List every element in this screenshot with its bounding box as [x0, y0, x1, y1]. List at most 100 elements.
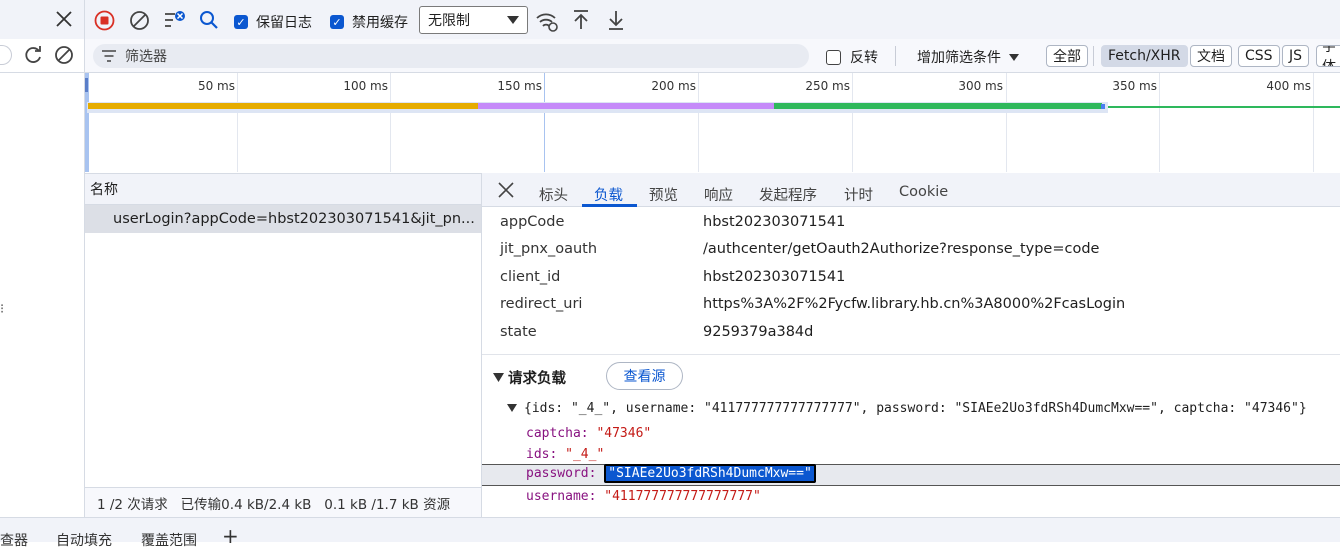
disable-cache-label: 禁用缓存 — [352, 15, 408, 31]
timeline-tick: 50 ms — [197, 79, 235, 93]
filter-icon — [101, 49, 117, 63]
param-key: appCode — [500, 214, 565, 230]
chip-label: CSS — [1245, 48, 1273, 64]
param-value: /authcenter/getOauth2Authorize?response_… — [703, 241, 1100, 257]
payload-key: ids — [526, 447, 550, 462]
checkbox-checked-icon[interactable]: ✓ — [330, 15, 344, 29]
timeline-bar-download — [774, 103, 1102, 109]
filter-chip-doc[interactable]: 文档 — [1190, 45, 1232, 67]
preserve-log-checkbox[interactable]: ✓ 保留日志 — [234, 12, 312, 32]
request-row[interactable]: userLogin?appCode=hbst202303071541&jit_p… — [85, 205, 481, 233]
view-source-button[interactable]: 查看源 — [606, 362, 683, 390]
filter-chip-js[interactable]: JS — [1282, 45, 1310, 67]
clear-icon[interactable] — [129, 10, 150, 31]
filter-chip-fetch-xhr[interactable]: Fetch/XHR — [1101, 45, 1188, 67]
drawer-tab-autofill[interactable]: 自动填充 — [56, 530, 112, 550]
timeline-tick: 200 ms — [651, 79, 696, 93]
left-panel-toolbar — [0, 0, 84, 40]
timeline-tick: 300 ms — [958, 79, 1003, 93]
record-stop-icon[interactable] — [94, 10, 115, 31]
throttling-value: 无限制 — [428, 13, 470, 29]
tab-payload[interactable]: 负载 — [594, 184, 623, 205]
param-value: hbst202303071541 — [703, 269, 846, 285]
close-detail-icon[interactable] — [497, 181, 515, 203]
param-key: jit_pnx_oauth — [500, 241, 598, 257]
filter-chip-css[interactable]: CSS — [1238, 45, 1280, 67]
timeline-tick: 100 ms — [343, 79, 388, 93]
payload-key: username — [526, 489, 589, 504]
payload-value: "_4_" — [565, 447, 605, 462]
tab-response[interactable]: 响应 — [704, 184, 733, 205]
tab-timing[interactable]: 计时 — [844, 184, 873, 205]
param-value: 9259379a384d — [703, 324, 814, 340]
summary-text: 1 /2 次请求 已传输0.4 kB/2.4 kB 0.1 kB /1.7 kB… — [97, 496, 451, 513]
payload-section-header[interactable]: 请求负载 — [493, 367, 566, 388]
left-search-input[interactable] — [0, 45, 12, 65]
chevron-down-icon — [507, 12, 519, 28]
reload-icon[interactable] — [22, 44, 44, 70]
filter-chip-font[interactable]: 字体 — [1316, 45, 1340, 67]
filter-settings-icon[interactable] — [163, 9, 187, 31]
drawer-tab-coverage[interactable]: 覆盖范围 — [141, 530, 197, 550]
chip-label: 全部 — [1053, 49, 1081, 65]
tab-initiator[interactable]: 发起程序 — [759, 184, 817, 205]
close-icon[interactable] — [54, 8, 74, 30]
timeline-handle-grip[interactable] — [85, 78, 88, 92]
chip-label: 文档 — [1197, 49, 1225, 65]
checkbox-unchecked-icon[interactable] — [826, 49, 841, 65]
invert-label: 反转 — [850, 50, 878, 66]
param-key: redirect_uri — [500, 296, 583, 312]
colon: : — [588, 489, 597, 504]
payload-summary[interactable]: {ids: "_4_", username: "4117777777777777… — [524, 401, 1307, 416]
more-filters-label: 增加筛选条件 — [917, 50, 1001, 66]
timeline-bar-waiting — [88, 103, 478, 109]
disable-cache-checkbox[interactable]: ✓ 禁用缓存 — [330, 12, 408, 32]
timeline-bar-ttfb — [478, 103, 774, 109]
section-divider — [482, 354, 1340, 355]
timeline-tick: 250 ms — [805, 79, 850, 93]
drawer-tab-inspector[interactable]: 查器 — [0, 530, 28, 550]
timeline-tick: 150 ms — [497, 79, 542, 93]
left-panel-filter-row — [0, 39, 84, 73]
colon: : — [549, 447, 558, 462]
add-tab-icon[interactable]: + — [222, 524, 239, 548]
chip-label: 字体 — [1322, 45, 1336, 67]
payload-key: password — [526, 466, 589, 481]
param-value: hbst202303071541 — [703, 214, 846, 230]
payload-value-selected[interactable]: "SIAEe2Uo3fdRSh4DumcMxw==" — [604, 464, 816, 483]
chip-label: JS — [1289, 48, 1303, 64]
filter-input[interactable]: 筛选器 — [93, 44, 809, 68]
search-icon[interactable] — [199, 10, 219, 30]
divider — [1093, 46, 1094, 66]
payload-field-row[interactable]: password: "SIAEe2Uo3fdRSh4DumcMxw==" — [526, 464, 816, 483]
triangle-down-icon[interactable] — [507, 400, 517, 416]
payload-field-row[interactable]: ids: "_4_" — [526, 447, 604, 462]
payload-value: "47346" — [596, 426, 652, 441]
left-panel-fragment-icon: ⁝ — [0, 302, 5, 317]
network-conditions-icon[interactable] — [535, 10, 559, 32]
import-har-icon[interactable] — [571, 9, 591, 31]
request-summary-status: 1 /2 次请求 已传输0.4 kB/2.4 kB 0.1 kB /1.7 kB… — [85, 487, 481, 517]
left-panel — [0, 0, 85, 542]
more-filters-dropdown[interactable]: 增加筛选条件 — [917, 47, 1019, 67]
tab-preview[interactable]: 预览 — [649, 184, 678, 205]
preserve-log-label: 保留日志 — [256, 15, 312, 31]
invert-checkbox[interactable]: 反转 — [826, 47, 878, 67]
block-icon[interactable] — [53, 44, 75, 70]
payload-field-row[interactable]: username: "411777777777777777" — [526, 489, 761, 504]
checkbox-checked-icon[interactable]: ✓ — [234, 15, 248, 29]
filter-chip-all[interactable]: 全部 — [1046, 45, 1088, 67]
timeline-tick: 400 ms — [1266, 79, 1311, 93]
chip-label: Fetch/XHR — [1108, 48, 1181, 64]
request-list-header[interactable]: 名称 — [85, 173, 481, 205]
tab-cookie[interactable]: Cookie — [899, 184, 948, 200]
request-name: userLogin?appCode=hbst202303071541&jit_p… — [113, 211, 475, 227]
network-toolbar: ✓ 保留日志 ✓ 禁用缓存 无限制 — [85, 0, 1340, 40]
throttling-select[interactable]: 无限制 — [419, 6, 528, 34]
divider — [895, 46, 896, 66]
param-value: https%3A%2F%2Fycfw.library.hb.cn%3A8000%… — [703, 296, 1126, 312]
colon: : — [580, 426, 589, 441]
export-har-icon[interactable] — [606, 9, 626, 31]
tab-headers[interactable]: 标头 — [539, 184, 568, 205]
payload-field-row[interactable]: captcha: "47346" — [526, 426, 651, 441]
